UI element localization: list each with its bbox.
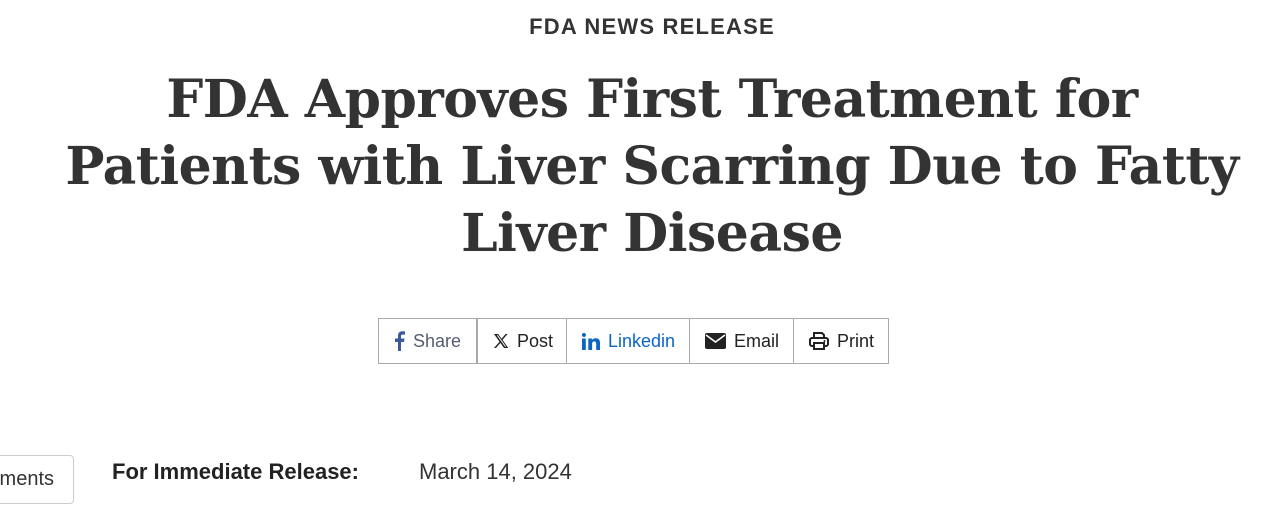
share-toolbar: Share Post Linkedin Email Print: [378, 318, 889, 364]
share-email-label: Email: [734, 330, 780, 351]
share-facebook-button[interactable]: Share: [379, 319, 477, 363]
share-email-button[interactable]: Email: [690, 319, 794, 363]
x-icon: [493, 333, 509, 349]
release-label: For Immediate Release:: [112, 459, 359, 484]
share-x-post-button[interactable]: Post: [477, 318, 567, 364]
page-title: FDA Approves First Treatment for Patient…: [65, 69, 1239, 264]
envelope-icon: [705, 333, 726, 349]
share-facebook-label: Share: [413, 330, 462, 351]
news-release-eyebrow: FDA NEWS RELEASE: [529, 14, 775, 39]
facebook-icon: [394, 331, 405, 351]
side-content-tab[interactable]: ments: [0, 455, 74, 504]
share-linkedin-button[interactable]: Linkedin: [567, 319, 690, 363]
printer-icon: [809, 332, 829, 350]
share-print-button[interactable]: Print: [794, 319, 888, 363]
release-date: March 14, 2024: [419, 459, 572, 484]
share-linkedin-label: Linkedin: [608, 330, 676, 351]
share-print-label: Print: [837, 330, 875, 351]
share-x-label: Post: [517, 330, 554, 351]
side-content-tab-label: ments: [0, 468, 54, 490]
linkedin-icon: [582, 332, 600, 350]
